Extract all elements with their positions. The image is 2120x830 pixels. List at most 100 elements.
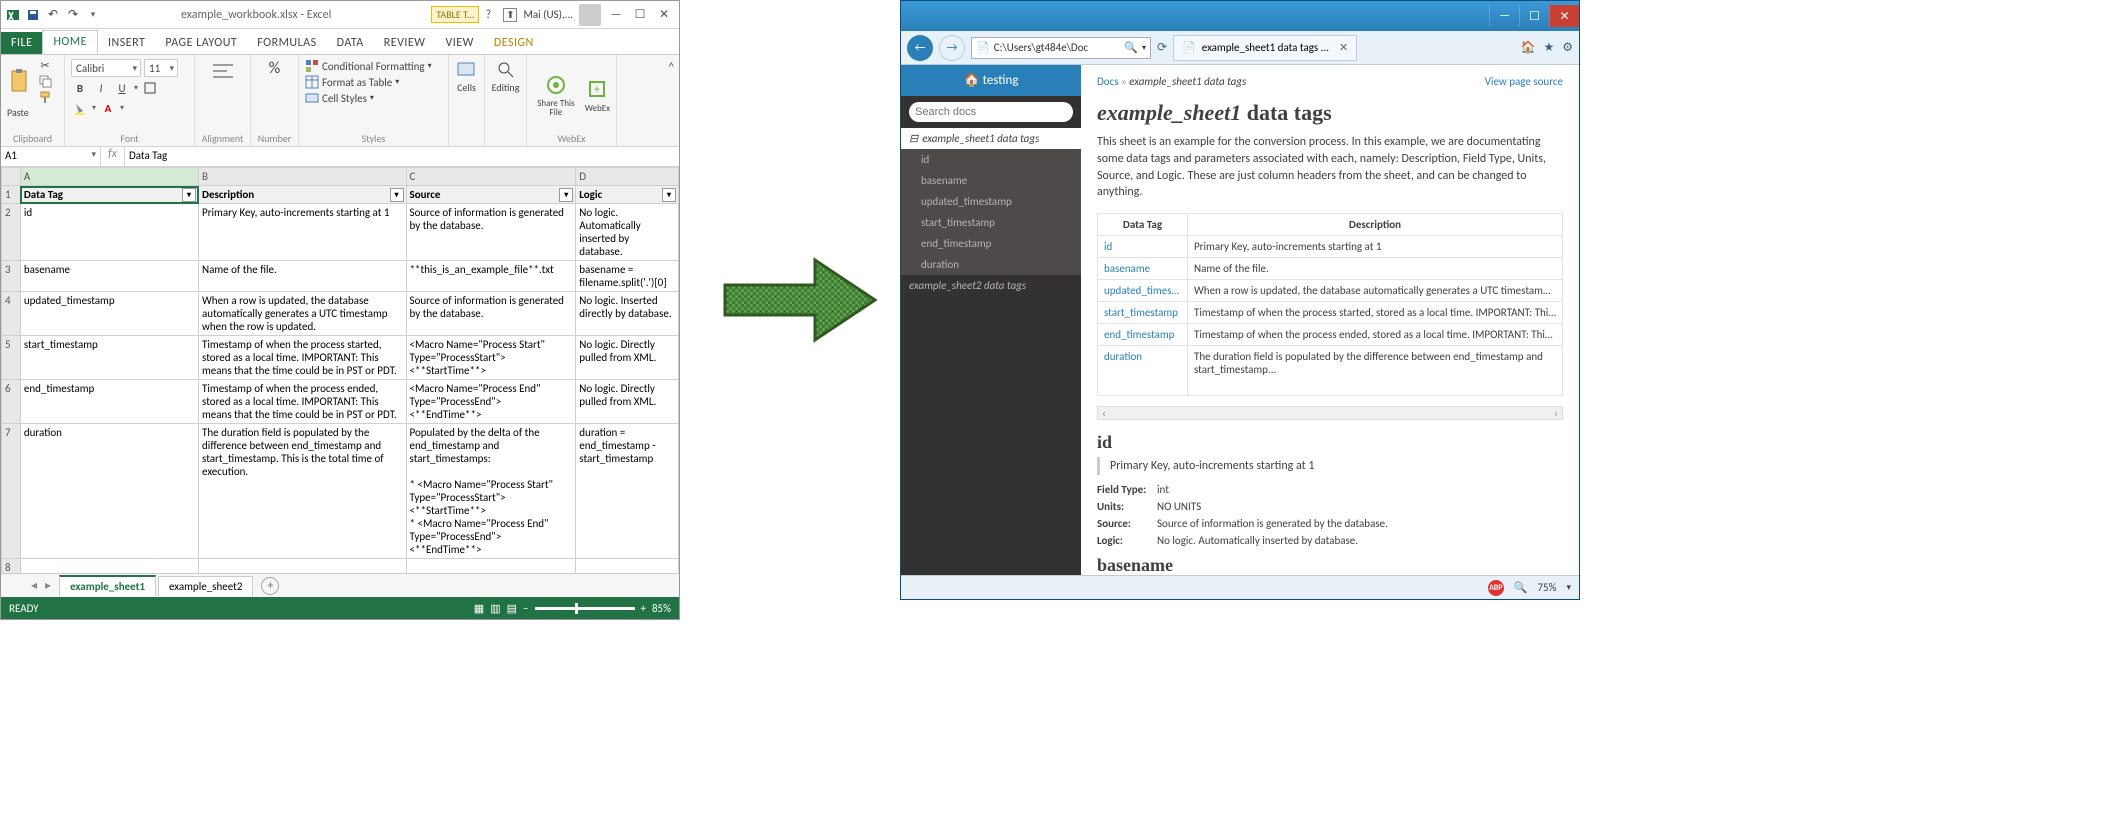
zoom-dropdown-icon[interactable]: ▾: [1566, 582, 1571, 593]
cell[interactable]: When a row is updated, the database auto…: [199, 292, 407, 336]
cell[interactable]: <Macro Name="Process End" Type="ProcessE…: [406, 380, 576, 424]
link-updated-ts[interactable]: updated_timestamp: [1098, 280, 1188, 302]
format-painter-icon[interactable]: [38, 90, 52, 104]
cell[interactable]: No logic. Inserted directly by database.: [576, 292, 679, 336]
fill-color-button[interactable]: [71, 99, 89, 117]
cell[interactable]: **this_is_an_example_file**.txt: [406, 261, 576, 292]
cell-b1[interactable]: Description▾: [199, 186, 407, 204]
view-source-link[interactable]: View page source: [1485, 75, 1563, 88]
cell[interactable]: [406, 559, 576, 574]
editing-icon[interactable]: [495, 59, 517, 81]
cell[interactable]: basename: [20, 261, 198, 292]
browser-tab[interactable]: 📄 example_sheet1 data tags ... ✕: [1173, 35, 1357, 61]
cell[interactable]: duration: [20, 424, 198, 559]
sheet-nav-next-icon[interactable]: ▸: [45, 578, 51, 593]
forward-button[interactable]: →: [939, 35, 965, 61]
zoom-slider[interactable]: [535, 607, 635, 610]
font-name-select[interactable]: Calibri: [71, 59, 141, 77]
cells-icon[interactable]: [456, 59, 478, 81]
search-icon[interactable]: 🔍: [1124, 41, 1138, 54]
sheet-table[interactable]: A B C D 1 Data Tag▾ Description▾ Source▾…: [1, 167, 679, 573]
alignment-icon[interactable]: [209, 59, 237, 83]
home-icon[interactable]: 🏠: [1521, 40, 1536, 55]
filter-button-icon[interactable]: ▾: [182, 188, 196, 202]
abp-icon[interactable]: ABP: [1488, 580, 1504, 596]
sheet-nav-prev-icon[interactable]: ◂: [31, 578, 37, 593]
cell[interactable]: No logic. Directly pulled from XML.: [576, 336, 679, 380]
underline-button[interactable]: U: [113, 79, 131, 97]
cell[interactable]: Source of information is generated by th…: [406, 292, 576, 336]
tab-file[interactable]: FILE: [1, 32, 42, 54]
cell[interactable]: Timestamp of when the process ended, sto…: [199, 380, 407, 424]
cell[interactable]: Populated by the delta of the end_timest…: [406, 424, 576, 559]
rtd-main[interactable]: Docs » example_sheet1 data tags View pag…: [1081, 65, 1579, 575]
link-basename[interactable]: basename: [1098, 258, 1188, 280]
col-header-b[interactable]: B: [199, 168, 407, 186]
nav-sub[interactable]: start_timestamp: [901, 212, 1081, 233]
close-icon[interactable]: ✕: [1549, 5, 1579, 27]
cell[interactable]: start_timestamp: [20, 336, 198, 380]
search-input[interactable]: [909, 102, 1073, 122]
font-color-button[interactable]: A: [99, 99, 117, 117]
cell[interactable]: <Macro Name="Process Start" Type="Proces…: [406, 336, 576, 380]
cell[interactable]: No logic. Directly pulled from XML.: [576, 380, 679, 424]
tab-page-layout[interactable]: PAGE LAYOUT: [155, 32, 247, 54]
tab-insert[interactable]: INSERT: [98, 32, 155, 54]
share-file-icon[interactable]: [545, 74, 567, 96]
fx-icon[interactable]: fx: [101, 147, 125, 166]
breadcrumb-docs[interactable]: Docs: [1097, 75, 1119, 88]
add-sheet-button[interactable]: +: [261, 577, 279, 595]
cell[interactable]: Primary Key, auto-increments starting at…: [199, 204, 407, 261]
tab-review[interactable]: REVIEW: [374, 32, 436, 54]
qat-customize-icon[interactable]: ▾: [85, 7, 101, 23]
cell[interactable]: No logic. Automatically inserted by data…: [576, 204, 679, 261]
cell-c1[interactable]: Source▾: [406, 186, 576, 204]
undo-icon[interactable]: ↶: [45, 7, 61, 23]
link-end-ts[interactable]: end_timestamp: [1098, 324, 1188, 346]
col-header-d[interactable]: D: [576, 168, 679, 186]
cell[interactable]: [20, 559, 198, 574]
sheet-tab-2[interactable]: example_sheet2: [158, 576, 253, 596]
cell-d1[interactable]: Logic▾: [576, 186, 679, 204]
tools-icon[interactable]: ⚙: [1562, 40, 1573, 55]
cell[interactable]: end_timestamp: [20, 380, 198, 424]
border-button[interactable]: [141, 79, 159, 97]
cell[interactable]: Name of the file.: [199, 261, 407, 292]
nav-sub[interactable]: updated_timestamp: [901, 191, 1081, 212]
minimize-icon[interactable]: —: [607, 6, 625, 24]
format-as-table-button[interactable]: Format as Table▾: [305, 75, 442, 89]
conditional-formatting-button[interactable]: Conditional Formatting▾: [305, 59, 442, 73]
filter-button-icon[interactable]: ▾: [662, 188, 676, 202]
nav-sub[interactable]: id: [901, 149, 1081, 170]
help-icon[interactable]: ?: [479, 6, 497, 24]
sheet-tab-1[interactable]: example_sheet1: [59, 575, 156, 596]
webex-icon[interactable]: +: [586, 78, 608, 100]
cell-a1[interactable]: Data Tag▾: [20, 186, 198, 204]
redo-icon[interactable]: ↷: [65, 7, 81, 23]
bold-button[interactable]: B: [71, 79, 89, 97]
font-size-select[interactable]: 11: [144, 59, 178, 77]
col-header-a[interactable]: A: [20, 168, 198, 186]
ribbon-display-icon[interactable]: ⬆: [503, 8, 517, 22]
cut-icon[interactable]: ✂: [38, 59, 52, 72]
refresh-icon[interactable]: ⟳: [1157, 40, 1167, 55]
close-icon[interactable]: ✕: [655, 6, 673, 24]
nav-sub[interactable]: end_timestamp: [901, 233, 1081, 254]
nav-other[interactable]: example_sheet2 data tags: [901, 275, 1081, 296]
address-bar[interactable]: 📄 C:\Users\gt484e\Doc 🔍 ▾: [971, 37, 1151, 59]
restore-icon[interactable]: ☐: [631, 6, 649, 24]
maximize-icon[interactable]: ☐: [1519, 5, 1549, 27]
filter-button-icon[interactable]: ▾: [559, 188, 573, 202]
cell[interactable]: basename = filename.split('.')[0]: [576, 261, 679, 292]
tab-data[interactable]: DATA: [327, 32, 374, 54]
copy-icon[interactable]: [38, 74, 52, 88]
table-hscroll[interactable]: [1097, 406, 1563, 420]
italic-button[interactable]: I: [92, 79, 110, 97]
user-name[interactable]: Mai (US),...: [523, 8, 573, 21]
nav-sub[interactable]: duration: [901, 254, 1081, 275]
zoom-level[interactable]: 85%: [652, 602, 671, 615]
row-header[interactable]: 1: [2, 186, 21, 204]
tab-close-icon[interactable]: ✕: [1339, 41, 1348, 54]
link-start-ts[interactable]: start_timestamp: [1098, 302, 1188, 324]
select-all-corner[interactable]: [2, 168, 21, 186]
